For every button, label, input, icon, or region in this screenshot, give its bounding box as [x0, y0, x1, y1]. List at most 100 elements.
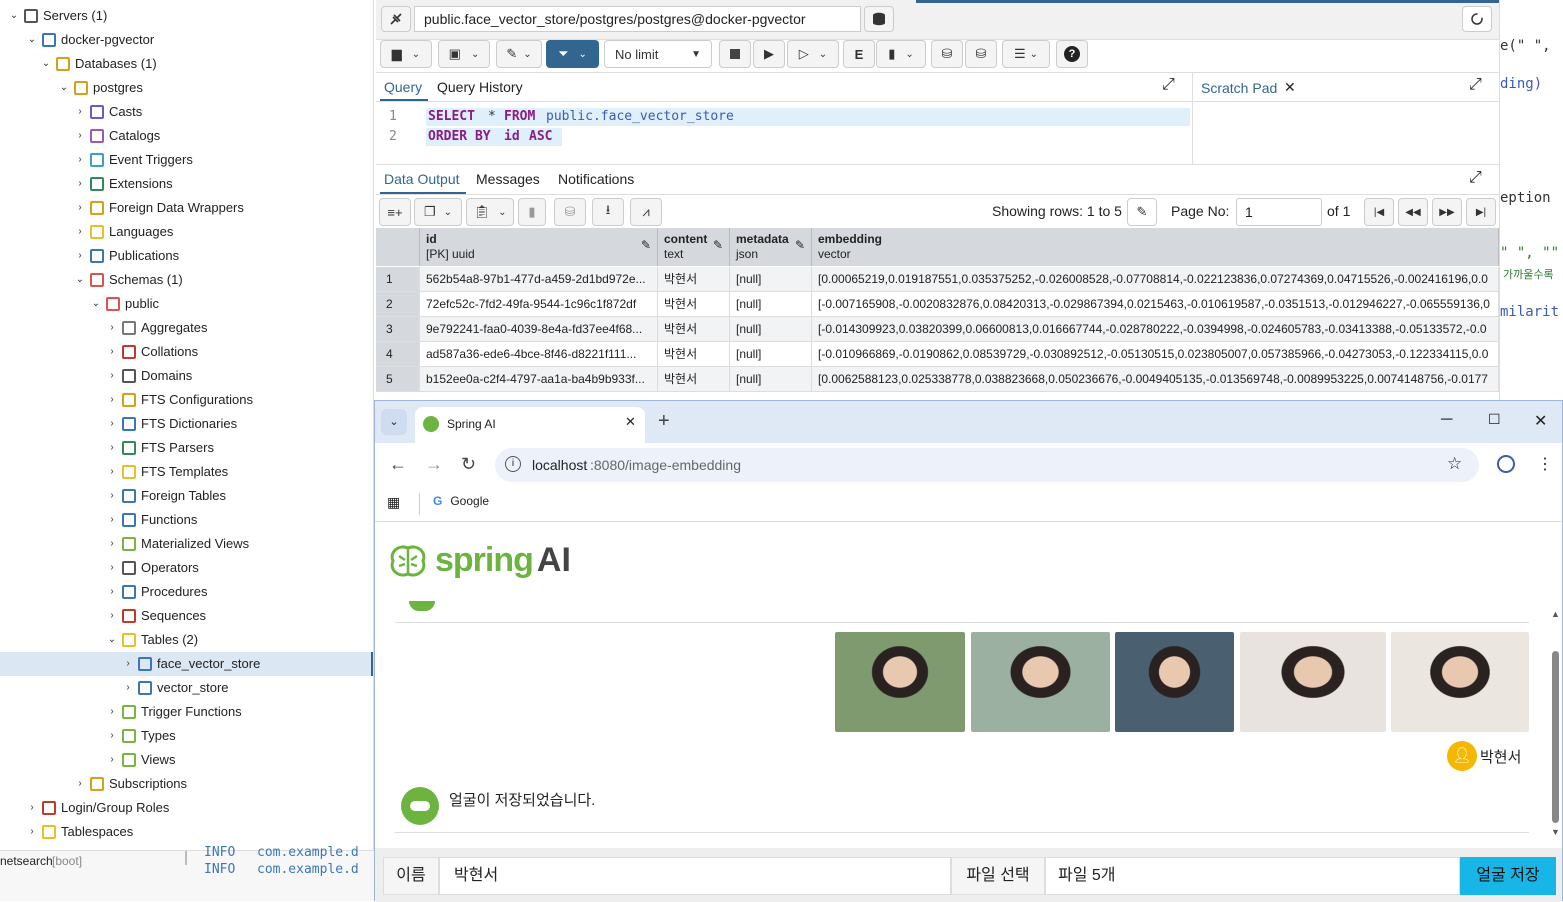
chevron-right-icon[interactable]: ›: [74, 772, 86, 796]
browser-tab[interactable]: Spring AI ✕: [415, 407, 645, 443]
chevron-right-icon[interactable]: ›: [122, 676, 134, 700]
tree-item-catalogs[interactable]: › Catalogs: [74, 124, 160, 148]
add-row-button[interactable]: ≡+: [379, 198, 411, 226]
chevron-right-icon[interactable]: ›: [26, 820, 38, 844]
tree-item-domains[interactable]: › Domains: [106, 364, 192, 388]
chevron-right-icon[interactable]: ›: [106, 748, 118, 772]
scroll-up-arrow[interactable]: ▲: [1551, 609, 1560, 619]
tree-item-subscriptions[interactable]: › Subscriptions: [74, 772, 187, 796]
chevron-right-icon[interactable]: ›: [106, 460, 118, 484]
tab-notifications[interactable]: Notifications: [558, 171, 634, 187]
tree-item-functions[interactable]: › Functions: [106, 508, 197, 532]
explain-button[interactable]: E: [843, 40, 875, 68]
new-connection-button[interactable]: [864, 6, 894, 32]
tree-item-databases-1[interactable]: ⌄ Databases (1): [40, 52, 157, 76]
cell-embedding[interactable]: [-0.007165908,-0.0020832876,0.08420313,-…: [812, 292, 1499, 317]
row-number[interactable]: 1: [376, 267, 420, 292]
chevron-right-icon[interactable]: ›: [106, 724, 118, 748]
save-face-button[interactable]: 얼굴 저장: [1460, 857, 1556, 895]
apps-button[interactable]: ▦: [387, 494, 400, 511]
tree-item-foreign-data-wrappers[interactable]: › Foreign Data Wrappers: [74, 196, 244, 220]
reload-button[interactable]: ↻: [461, 454, 476, 475]
cell-content[interactable]: 박현서: [658, 292, 730, 317]
cell-metadata[interactable]: [null]: [730, 367, 812, 392]
chevron-down-icon[interactable]: ⌄: [26, 28, 38, 52]
menu-button[interactable]: ⋮: [1537, 454, 1553, 474]
tree-item-face-vector-store[interactable]: › face_vector_store: [122, 652, 260, 676]
profile-icon[interactable]: [1497, 455, 1515, 473]
edit-button[interactable]: ✎ ⌄: [496, 40, 542, 68]
cell-embedding[interactable]: [-0.010966869,-0.0190862,0.08539729,-0.0…: [812, 342, 1499, 367]
tab-query[interactable]: Query: [384, 79, 422, 95]
chevron-right-icon[interactable]: ›: [74, 196, 86, 220]
explain-analyze-button[interactable]: ▮ ⌄: [876, 40, 926, 68]
chevron-right-icon[interactable]: ›: [74, 220, 86, 244]
rollback-button[interactable]: ⛁: [965, 40, 997, 68]
close-icon[interactable]: ✕: [625, 414, 636, 430]
file-select-button[interactable]: 파일 선택: [951, 857, 1045, 895]
tree-item-docker-pgvector[interactable]: ⌄ docker-pgvector: [26, 28, 154, 52]
tree-item-vector-store[interactable]: › vector_store: [122, 676, 229, 700]
chevron-right-icon[interactable]: ›: [106, 484, 118, 508]
cell-embedding[interactable]: [-0.014309923,0.03820399,0.06600813,0.01…: [812, 317, 1499, 342]
tree-item-publications[interactable]: › Publications: [74, 244, 179, 268]
tree-item-login-group-roles[interactable]: › Login/Group Roles: [26, 796, 169, 820]
cell-content[interactable]: 박현서: [658, 367, 730, 392]
save-file-button[interactable]: ▣ ⌄: [438, 40, 490, 68]
tab-search-button[interactable]: ⌄: [381, 409, 407, 435]
chevron-right-icon[interactable]: ›: [106, 340, 118, 364]
bookmark-google[interactable]: G Google: [433, 494, 489, 508]
cell-embedding[interactable]: [0.0062588123,0.025338778,0.038823668,0.…: [812, 367, 1499, 392]
tab-messages[interactable]: Messages: [476, 171, 540, 187]
tree-item-fts-configurations[interactable]: › FTS Configurations: [106, 388, 253, 412]
chevron-down-icon[interactable]: ⌄: [90, 292, 102, 316]
back-button[interactable]: ←: [389, 454, 407, 475]
chevron-right-icon[interactable]: ›: [106, 604, 118, 628]
row-number[interactable]: 4: [376, 342, 420, 367]
chevron-down-icon[interactable]: ⌄: [8, 4, 20, 28]
refresh-button[interactable]: [1462, 6, 1492, 32]
last-page-button[interactable]: ▶|: [1466, 198, 1496, 226]
tree-item-views[interactable]: › Views: [106, 748, 175, 772]
tree-item-casts[interactable]: › Casts: [74, 100, 142, 124]
row-number[interactable]: 3: [376, 317, 420, 342]
connection-select[interactable]: public.face_vector_store/postgres/postgr…: [414, 6, 861, 32]
column-header-content[interactable]: content text ✎: [658, 228, 730, 266]
bookmark-star-icon[interactable]: ☆: [1447, 454, 1462, 474]
row-limit-select[interactable]: No limit ▼: [604, 40, 712, 68]
cell-id[interactable]: 9e792241-faa0-4039-8e4a-fd37ee4f68...: [420, 317, 658, 342]
tree-item-languages[interactable]: › Languages: [74, 220, 173, 244]
paste-button[interactable]: 📋︎ ⌄: [466, 198, 514, 226]
chevron-right-icon[interactable]: ›: [106, 700, 118, 724]
chevron-down-icon[interactable]: ⌄: [40, 52, 52, 76]
expand-icon[interactable]: ⤢: [1162, 76, 1175, 94]
chevron-right-icon[interactable]: ›: [106, 412, 118, 436]
tree-item-operators[interactable]: › Operators: [106, 556, 199, 580]
window-close-button[interactable]: ✕: [1534, 411, 1547, 431]
cell-metadata[interactable]: [null]: [730, 267, 812, 292]
expand-icon[interactable]: ⤢: [1469, 76, 1482, 94]
chevron-right-icon[interactable]: ›: [106, 556, 118, 580]
site-info-icon[interactable]: i: [505, 456, 521, 472]
cell-metadata[interactable]: [null]: [730, 342, 812, 367]
cell-embedding[interactable]: [0.00065219,0.019187551,0.035375252,-0.0…: [812, 267, 1499, 292]
minimize-button[interactable]: ─: [1441, 411, 1452, 429]
copy-button[interactable]: ❐ ⌄: [414, 198, 462, 226]
tree-item-tables-2[interactable]: ⌄ Tables (2): [106, 628, 198, 652]
chevron-down-icon[interactable]: ⌄: [58, 76, 70, 100]
forward-button[interactable]: →: [425, 454, 443, 475]
filter-button[interactable]: ⏷ ⌄: [546, 40, 599, 68]
tree-item-sequences[interactable]: › Sequences: [106, 604, 206, 628]
edit-rows-button[interactable]: ✎: [1127, 198, 1157, 226]
chevron-right-icon[interactable]: ›: [74, 244, 86, 268]
chevron-right-icon[interactable]: ›: [106, 532, 118, 556]
tree-item-procedures[interactable]: › Procedures: [106, 580, 207, 604]
tree-item-aggregates[interactable]: › Aggregates: [106, 316, 208, 340]
first-page-button[interactable]: |◀: [1364, 198, 1394, 226]
tree-item-postgres[interactable]: ⌄ postgres: [58, 76, 143, 100]
tree-item-public[interactable]: ⌄ public: [90, 292, 159, 316]
save-data-button[interactable]: ⛁: [554, 198, 586, 226]
macros-button[interactable]: ☰ ⌄: [1002, 40, 1050, 68]
tab-data-output[interactable]: Data Output: [384, 171, 460, 187]
chevron-right-icon[interactable]: ›: [106, 436, 118, 460]
